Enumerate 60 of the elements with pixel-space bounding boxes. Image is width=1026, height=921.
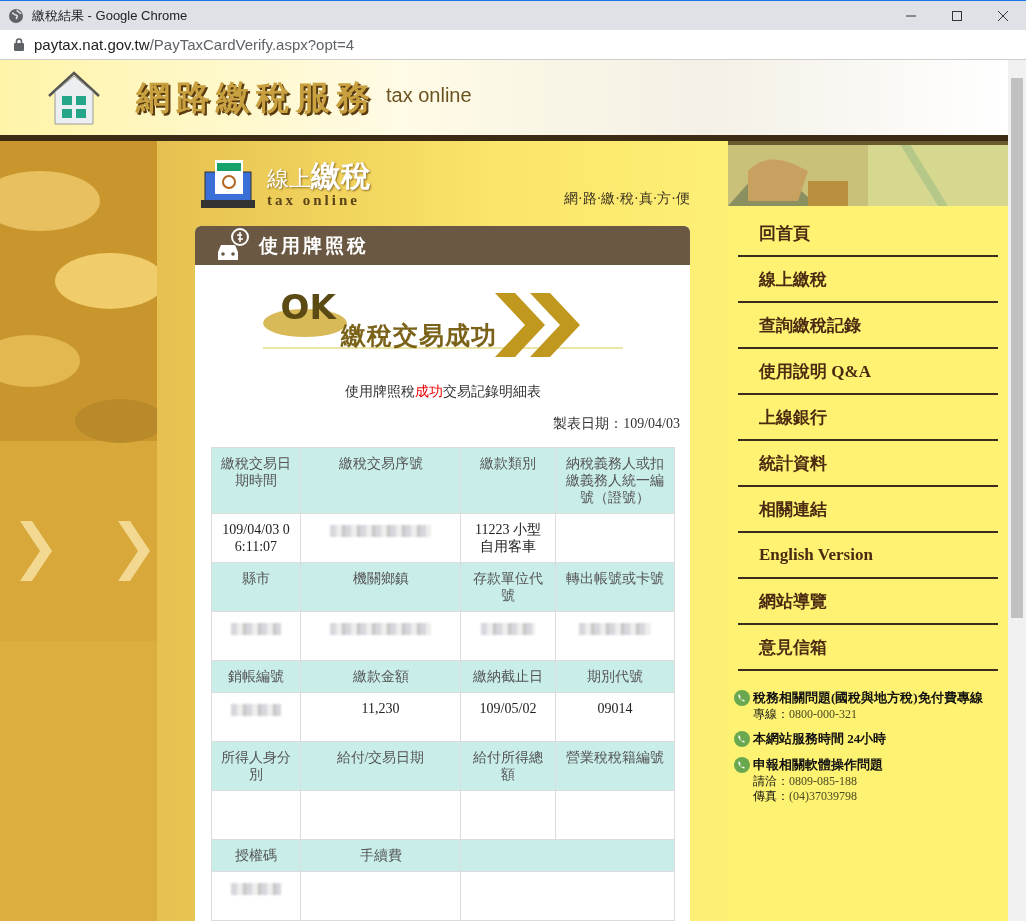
column-header: 銷帳編號 [211,660,301,693]
report-date: 製表日期：109/04/03 [552,415,680,433]
slogan: 網·路·繳·稅·真·方·便 [564,189,690,208]
column-header: 給付/交易日期 [300,741,461,791]
tax-receipt-icon [201,157,257,210]
contact-line: 專線：0800-000-321 [753,707,858,722]
column-header: 繳稅交易序號 [300,447,461,514]
contact-title: 稅務相關問題(國稅與地方稅)免付費專線 [753,689,983,707]
section-subtitle: tax online [267,191,361,209]
close-icon [997,9,1009,22]
nav-link[interactable]: 統計資料 [738,441,998,487]
table-caption: 使用牌照稅成功交易記錄明細表 [343,383,542,401]
column-header: 營業稅稅籍編號 [555,741,675,791]
nav-link[interactable]: 意見信箱 [738,625,998,671]
column-header: 給付所得總額 [460,741,556,791]
column-header: 繳納截止日 [460,660,556,693]
nav-link[interactable]: 使用說明 Q&A [738,349,998,395]
column-header: 所得人身分別 [211,741,301,791]
window-title: 繳稅結果 - Google Chrome [32,6,189,25]
column-header: 繳款金額 [300,660,461,693]
scrollbar[interactable] [1008,60,1026,921]
section-title: 線上繳稅 [267,158,371,192]
table-cell: 11,230 [300,692,461,742]
column-header: 授權碼 [211,839,301,872]
column-header: 存款單位代號 [460,562,556,612]
contact-title: 本網站服務時間 24小時 [753,730,887,748]
column-header: 轉出帳號或卡號 [555,562,675,612]
table-cell: 11223 小型自用客車 [460,513,556,563]
lock-icon [14,38,24,51]
result-title: 繳稅交易成功 [340,320,497,352]
column-header: 納稅義務人或扣繳義務人統一編號（證號） [555,447,675,514]
column-header: 機關鄉鎮 [300,562,461,612]
maximize-icon [951,9,963,22]
site-subtitle: tax online [386,83,472,107]
nav-link[interactable]: English Version [738,533,998,579]
phone-icon [734,757,750,773]
nav-link[interactable]: 網站導覽 [738,579,998,625]
column-header: 繳稅交易日期時間 [211,447,301,514]
nav-link[interactable]: 回首頁 [738,211,998,257]
column-header: 縣市 [211,562,301,612]
house-icon[interactable] [46,69,102,126]
address-field[interactable]: paytax.nat.gov.tw/PayTaxCardVerify.aspx?opt=4 [34,36,355,53]
table-cell: 09014 [555,692,675,742]
table-cell: 109/05/02 [460,692,556,742]
contact-line: 傳真：(04)37039798 [753,789,858,804]
site-title: 網路繳稅服務 [136,75,376,119]
table-cell: 109/04/03 06:11:07 [211,513,301,563]
contact-title: 申報相關軟體操作問題 [753,756,883,774]
nav-link[interactable]: 線上繳稅 [738,257,998,303]
nav-link[interactable]: 上線銀行 [738,395,998,441]
panel-title: 使用牌照稅 [259,233,369,258]
phone-icon [734,731,750,747]
globe-icon [8,7,24,24]
phone-icon [734,690,750,706]
column-header: 繳款類別 [460,447,556,514]
nav-link[interactable]: 查詢繳稅記錄 [738,303,998,349]
column-header: 期別代號 [555,660,675,693]
column-header: 手續費 [300,839,461,872]
contact-line: 請洽：0809-085-188 [753,774,858,789]
nav-link[interactable]: 相關連結 [738,487,998,533]
